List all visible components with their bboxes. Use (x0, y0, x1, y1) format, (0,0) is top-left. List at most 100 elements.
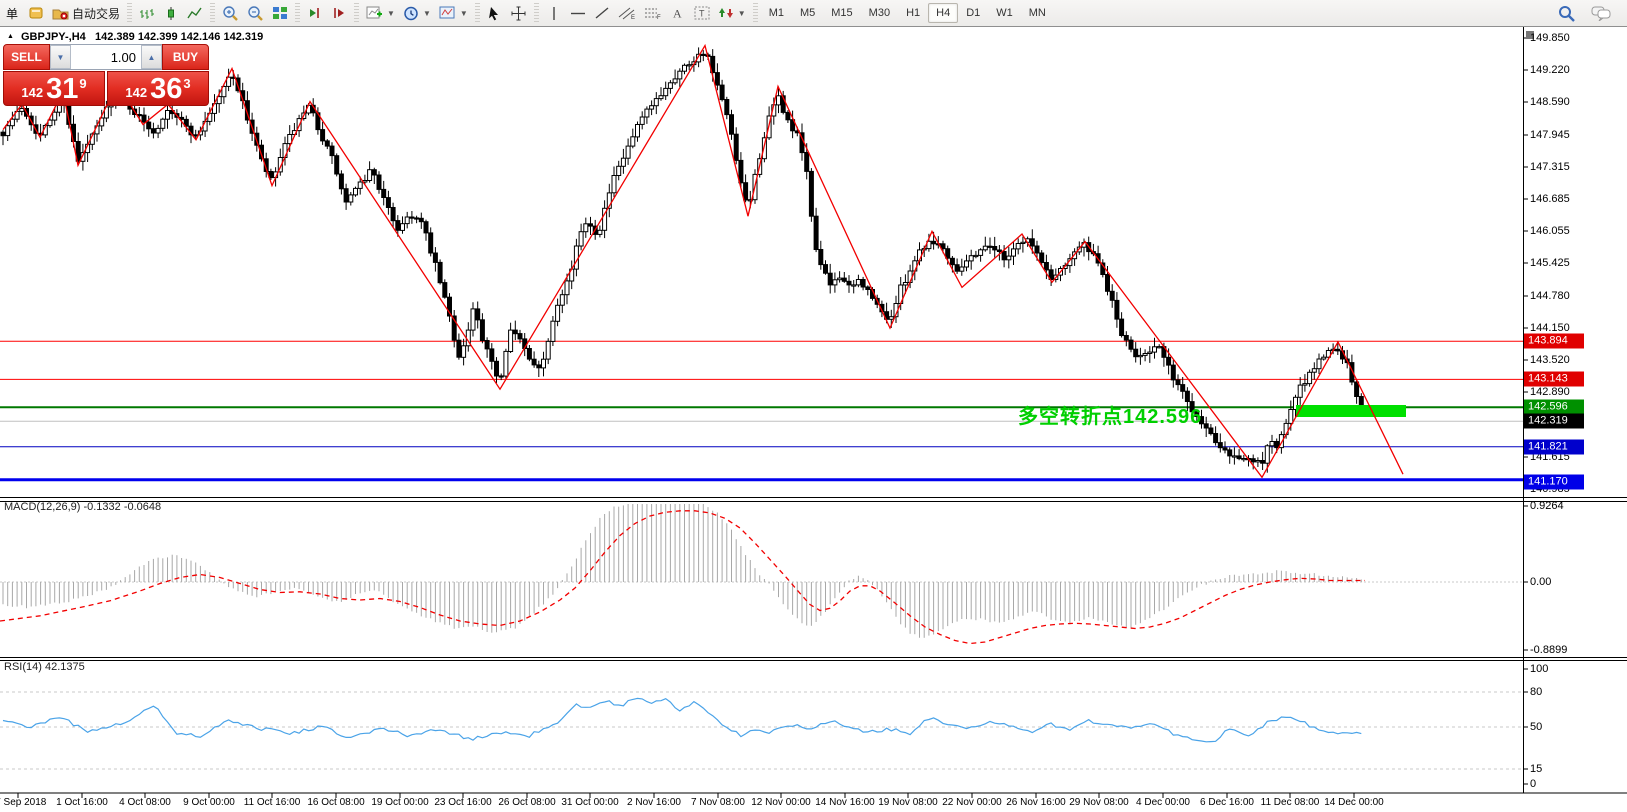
rsi-axis-label: 15 (1530, 763, 1542, 775)
price-axis-label: 143.520 (1530, 354, 1570, 366)
auto-scroll-button[interactable] (328, 2, 350, 24)
text-label-icon: T (694, 6, 710, 20)
price-badge: 142.319 (1524, 414, 1584, 429)
dropdown-caret-icon: ▼ (460, 9, 468, 18)
history-button[interactable] (25, 2, 47, 24)
arrow-objects-icon (718, 6, 734, 20)
symbol-ohlc: 142.389 142.399 142.146 142.319 (95, 31, 263, 43)
line-chart-button[interactable] (184, 2, 206, 24)
price-axis-label: 149.220 (1530, 64, 1570, 76)
chart-annotation-text: 多空转折点142.596 (1018, 400, 1202, 429)
tile-windows-icon (272, 6, 288, 20)
time-axis-label: 29 Nov 08:00 (1069, 797, 1129, 808)
tile-windows-button[interactable] (269, 2, 291, 24)
zoom-out-icon (247, 5, 264, 21)
macd-axis-label: 0.00 (1530, 576, 1551, 588)
time-axis-label: 19 Oct 00:00 (371, 797, 428, 808)
volume-decrease-button[interactable]: ▼ (50, 45, 71, 69)
autotrading-button[interactable]: 自动交易 (49, 2, 123, 24)
search-icon[interactable] (1558, 5, 1575, 22)
new-order-button[interactable]: 单 (1, 2, 23, 24)
timeframe-button[interactable]: W1 (988, 3, 1021, 23)
symbol-name: GBPJPY-,H4 (21, 31, 86, 43)
chat-icon[interactable] (1591, 5, 1613, 21)
svg-text:F: F (657, 15, 661, 20)
line-chart-icon (187, 6, 203, 21)
crosshair-icon (511, 6, 526, 21)
timeframe-button[interactable]: H4 (928, 3, 958, 23)
top-toolbar: 单 自动交易 (0, 0, 1627, 27)
timeframe-label: W1 (996, 7, 1013, 19)
cursor-button[interactable] (484, 2, 506, 24)
price-axis-label: 144.150 (1530, 322, 1570, 334)
timeframe-button[interactable]: M1 (761, 3, 792, 23)
horizontal-line-button[interactable] (567, 2, 589, 24)
zoom-out-button[interactable] (244, 2, 267, 24)
channel-button[interactable]: E (615, 2, 639, 24)
price-badge: 143.894 (1524, 334, 1584, 349)
timeframe-button[interactable]: D1 (958, 3, 988, 23)
rsi-axis-label: 100 (1530, 663, 1548, 675)
timeframe-button[interactable]: MN (1021, 3, 1054, 23)
macd-axis-label: -0.8899 (1530, 644, 1567, 656)
trendline-icon (594, 6, 610, 20)
timeframe-label: MN (1029, 7, 1046, 19)
one-click-trade-panel: SELL ▼ 1.00 ▲ BUY 142 31 9 142 36 3 (3, 44, 209, 106)
clock-icon (403, 6, 419, 21)
buy-price-panel[interactable]: 142 36 3 (107, 71, 209, 106)
volume-stepper: ▼ 1.00 ▲ (50, 44, 162, 70)
periods-button[interactable]: ▼ (400, 2, 434, 24)
rsi-axis-label: 80 (1530, 686, 1542, 698)
chart-canvas[interactable] (0, 0, 1627, 812)
price-axis-label: 146.055 (1530, 225, 1570, 237)
buy-button[interactable]: BUY (162, 44, 209, 70)
volume-increase-button[interactable]: ▲ (141, 45, 162, 69)
timeframe-button[interactable]: M30 (861, 3, 898, 23)
indicators-button[interactable]: ▼ (363, 2, 398, 24)
scroll-to-end-button[interactable] (304, 2, 326, 24)
time-axis-label: 14 Dec 00:00 (1324, 797, 1384, 808)
timeframe-label: D1 (966, 7, 980, 19)
text-label-button[interactable]: T (691, 2, 713, 24)
timeframe-button[interactable]: M15 (823, 3, 860, 23)
new-order-label: 单 (6, 5, 18, 22)
svg-text:T: T (699, 9, 705, 19)
indicators-icon (366, 6, 383, 21)
zoom-in-button[interactable] (219, 2, 242, 24)
timeframe-label: H4 (936, 7, 950, 19)
sell-price-prefix: 142 (21, 85, 43, 100)
arrows-button[interactable]: ▼ (715, 2, 749, 24)
history-book-icon (28, 6, 44, 20)
price-axis-label: 147.315 (1530, 161, 1570, 173)
rsi-axis-label: 0 (1530, 778, 1536, 790)
time-axis-label: 27 Sep 2018 (0, 797, 46, 808)
price-badge: 143.143 (1524, 372, 1584, 387)
crosshair-button[interactable] (508, 2, 530, 24)
svg-text:E: E (631, 15, 635, 20)
auto-scroll-icon (331, 6, 347, 20)
candlestick-chart-button[interactable] (160, 2, 182, 24)
time-axis-label: 14 Nov 16:00 (815, 797, 875, 808)
time-axis-label: 11 Oct 16:00 (244, 797, 301, 808)
time-axis-label: 23 Oct 16:00 (434, 797, 491, 808)
sell-label: SELL (11, 50, 42, 64)
volume-value[interactable]: 1.00 (71, 45, 141, 69)
price-axis-label: 147.945 (1530, 129, 1570, 141)
bar-chart-icon (139, 6, 155, 21)
time-axis-label: 11 Dec 08:00 (1261, 797, 1320, 808)
text-icon: A (671, 6, 684, 20)
time-axis-label: 4 Oct 08:00 (119, 797, 171, 808)
collapse-arrow-icon[interactable]: ▲ (7, 33, 14, 40)
vertical-line-button[interactable] (543, 2, 565, 24)
timeframe-button[interactable]: M5 (792, 3, 823, 23)
time-axis-label: 2 Nov 16:00 (627, 797, 681, 808)
text-button[interactable]: A (667, 2, 689, 24)
templates-button[interactable]: ▼ (436, 2, 471, 24)
timeframe-button[interactable]: H1 (898, 3, 928, 23)
trendline-button[interactable] (591, 2, 613, 24)
fibonacci-button[interactable]: F (641, 2, 665, 24)
sell-price-panel[interactable]: 142 31 9 (3, 71, 105, 106)
sell-button[interactable]: SELL (3, 44, 50, 70)
price-axis-label: 145.425 (1530, 257, 1570, 269)
bar-chart-button[interactable] (136, 2, 158, 24)
